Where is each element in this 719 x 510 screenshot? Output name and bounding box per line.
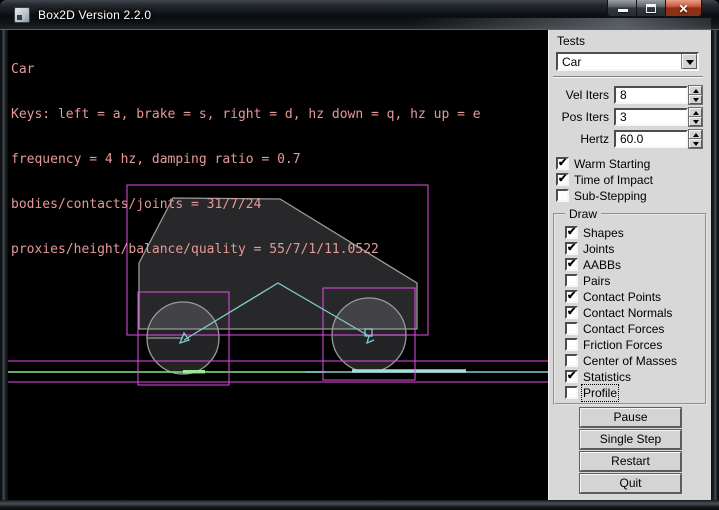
hertz-input[interactable]: 60.0 (614, 130, 688, 148)
minimize-icon (618, 9, 628, 12)
joints-label: Joints (583, 242, 614, 256)
simulation-canvas[interactable]: Car Keys: left = a, brake = s, right = d… (8, 30, 548, 500)
vel-iters-input[interactable]: 8 (614, 86, 688, 104)
draw-group-title: Draw (565, 207, 601, 221)
profile-label: Profile (583, 386, 617, 400)
contact-points-checkbox[interactable] (565, 290, 578, 303)
chevron-down-icon (686, 60, 694, 65)
separator (553, 76, 703, 78)
friction-forces-label: Friction Forces (583, 338, 662, 352)
pause-button[interactable]: Pause (580, 408, 681, 427)
maximize-icon (646, 4, 656, 13)
joints-checkbox[interactable] (565, 242, 578, 255)
pos-iters-spinner (689, 108, 702, 126)
contact-forces-label: Contact Forces (583, 322, 664, 336)
aabbs-label: AABBs (583, 258, 621, 272)
shapes-checkbox[interactable] (565, 226, 578, 239)
car-rear-wheel-shape (147, 302, 219, 374)
hertz-row: Hertz 60.0 (549, 130, 712, 148)
tests-label: Tests (557, 34, 585, 48)
pairs-checkbox[interactable] (565, 274, 578, 287)
contact-points-label: Contact Points (583, 290, 661, 304)
center-of-masses-label: Center of Masses (583, 354, 677, 368)
stats-bodies: bodies/contacts/joints = 31/7/24 (11, 197, 481, 212)
stats-test-name: Car (11, 62, 481, 77)
tests-dropdown[interactable]: Car (556, 52, 699, 71)
window-border-left (0, 30, 8, 500)
caption-buttons: ✕ (607, 0, 702, 17)
hertz-label: Hertz (549, 132, 609, 146)
app-icon (14, 7, 30, 23)
minimize-button[interactable] (607, 0, 637, 17)
tests-selected-value: Car (562, 55, 581, 69)
sub-stepping-checkbox[interactable] (556, 189, 569, 202)
shapes-label: Shapes (583, 226, 624, 240)
pos-iters-up-button[interactable] (689, 108, 702, 117)
vel-iters-row: Vel Iters 8 (549, 86, 712, 104)
window-title: Box2D Version 2.2.0 (38, 8, 151, 22)
quit-button[interactable]: Quit (580, 474, 681, 493)
friction-forces-checkbox[interactable] (565, 338, 578, 351)
restart-button[interactable]: Restart (580, 452, 681, 471)
warm-starting-label: Warm Starting (574, 157, 650, 171)
hertz-down-button[interactable] (689, 139, 702, 148)
contact-forces-checkbox[interactable] (565, 322, 578, 335)
maximize-button[interactable] (637, 0, 665, 17)
statistics-checkbox[interactable] (565, 370, 578, 383)
titlebar[interactable]: Box2D Version 2.2.0 ✕ (0, 0, 719, 30)
pos-iters-row: Pos Iters 3 (549, 108, 712, 126)
window-border-right (711, 30, 719, 500)
pos-iters-input[interactable]: 3 (614, 108, 688, 126)
vel-iters-label: Vel Iters (549, 88, 609, 102)
warm-starting-checkbox[interactable] (556, 157, 569, 170)
aabbs-checkbox[interactable] (565, 258, 578, 271)
pos-iters-label: Pos Iters (549, 110, 609, 124)
contact-normals-label: Contact Normals (583, 306, 672, 320)
single-step-button[interactable]: Single Step (580, 430, 681, 449)
stats-frequency: frequency = 4 hz, damping ratio = 0.7 (11, 152, 481, 167)
pos-iters-down-button[interactable] (689, 117, 702, 126)
contact-point-marker (183, 370, 205, 373)
tests-dropdown-button[interactable] (682, 54, 697, 69)
hertz-spinner (689, 130, 702, 148)
window-border-bottom (0, 500, 719, 510)
vel-iters-up-button[interactable] (689, 86, 702, 95)
statistics-label: Statistics (583, 370, 631, 384)
draw-group: Draw Shapes Joints AABBs Pairs Contact P… (553, 213, 707, 405)
pos-iters-value: 3 (620, 110, 627, 124)
debug-stats-text: Car Keys: left = a, brake = s, right = d… (11, 32, 481, 287)
vel-iters-spinner (689, 86, 702, 104)
titlebar-gloss (411, 18, 711, 29)
time-of-impact-checkbox[interactable] (556, 173, 569, 186)
close-icon: ✕ (666, 2, 701, 16)
stats-keys: Keys: left = a, brake = s, right = d, hz… (11, 107, 481, 122)
contact-normals-checkbox[interactable] (565, 306, 578, 319)
center-of-masses-checkbox[interactable] (565, 354, 578, 367)
pairs-label: Pairs (583, 274, 610, 288)
vel-iters-down-button[interactable] (689, 95, 702, 104)
sub-stepping-label: Sub-Stepping (574, 189, 647, 203)
hertz-up-button[interactable] (689, 130, 702, 139)
profile-checkbox[interactable] (565, 386, 578, 399)
stats-proxies: proxies/height/balance/quality = 55/7/1/… (11, 242, 481, 257)
close-button[interactable]: ✕ (665, 0, 702, 17)
time-of-impact-label: Time of Impact (574, 173, 653, 187)
vel-iters-value: 8 (620, 88, 627, 102)
hertz-value: 60.0 (620, 132, 643, 146)
control-panel: Tests Car Vel Iters 8 Pos Iters 3 (548, 30, 711, 500)
app-window: Box2D Version 2.2.0 ✕ (0, 0, 719, 510)
